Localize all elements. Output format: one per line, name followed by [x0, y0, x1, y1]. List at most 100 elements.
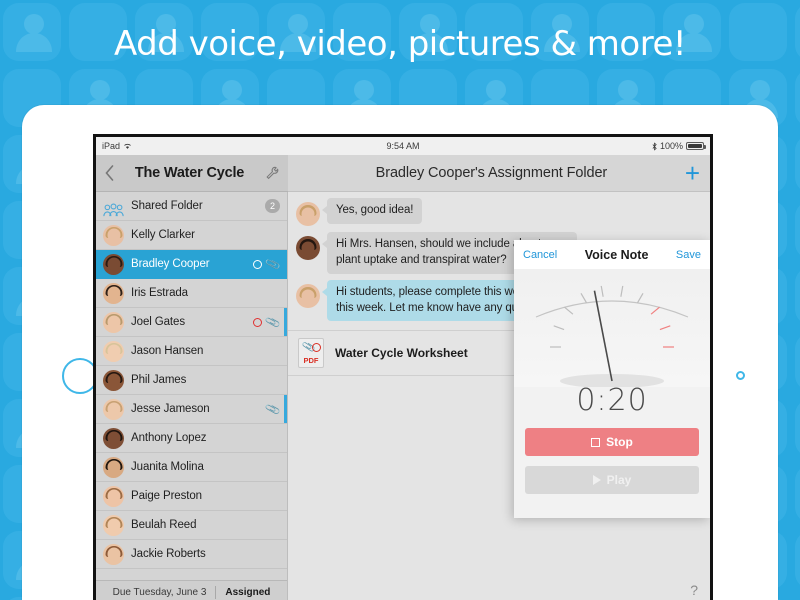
message-bubble: Yes, good idea!	[321, 198, 423, 224]
sidebar-item-student[interactable]: Bradley Cooper 📎	[96, 250, 287, 279]
student-name: Joel Gates	[131, 316, 185, 328]
conversation-panel: Yes, good idea! Hi Mrs. Hansen, should we…	[288, 192, 710, 600]
footer-divider	[215, 586, 217, 599]
student-name: Iris Estrada	[131, 287, 188, 299]
sidebar-item-student[interactable]: Beulah Reed	[96, 511, 287, 540]
paperclip-icon: 📎	[264, 314, 282, 331]
sidebar-item-student[interactable]: Paige Preston	[96, 482, 287, 511]
student-name: Jason Hansen	[131, 345, 204, 357]
avatar	[296, 236, 320, 260]
voice-note-modal: Cancel Voice Note Save 0:20 Stop Play	[514, 240, 710, 518]
avatar	[103, 427, 124, 449]
record-ring-icon	[253, 259, 263, 269]
meter-tick	[650, 306, 660, 315]
student-name: Juanita Molina	[131, 461, 204, 473]
assignment-title: The Water Cycle	[134, 165, 245, 181]
navigation-bars: The Water Cycle Bradley Cooper's Assignm…	[96, 155, 710, 192]
battery-percent-label: 100%	[659, 141, 683, 151]
play-triangle-icon	[592, 475, 601, 485]
sidebar-item-student[interactable]: Phil James	[96, 366, 287, 395]
student-name: Phil James	[131, 374, 187, 386]
wrench-icon[interactable]	[265, 166, 279, 180]
student-sidebar: Shared Folder 2 Kelly Clarker Bradley Coo…	[96, 192, 288, 600]
sidebar-item-student[interactable]: Kelly Clarker	[96, 221, 287, 250]
paperclip-icon: 📎	[264, 401, 282, 418]
sidebar-item-shared-folder[interactable]: Shared Folder 2	[96, 192, 287, 221]
avatar	[103, 543, 124, 565]
camera-icon	[736, 371, 745, 380]
modal-title: Voice Note	[584, 247, 649, 262]
avatar	[103, 253, 124, 275]
cancel-button[interactable]: Cancel	[523, 249, 557, 261]
vu-meter	[514, 269, 710, 388]
question-mark-icon[interactable]: ?	[690, 582, 698, 598]
sidebar-item-student[interactable]: Jason Hansen	[96, 337, 287, 366]
save-button[interactable]: Save	[676, 249, 701, 261]
assignment-footer: Due Tuesday, June 3 Assigned	[96, 580, 287, 600]
avatar	[103, 340, 124, 362]
message-row: Yes, good idea!	[288, 192, 710, 226]
recording-timer: 0:20	[576, 383, 648, 418]
folder-title: Bradley Cooper's Assignment Folder	[375, 165, 608, 181]
status-badge: 2	[265, 199, 280, 213]
avatar	[296, 283, 320, 308]
avatar	[103, 282, 124, 304]
sidebar-item-student[interactable]: Jackie Roberts	[96, 540, 287, 569]
chevron-left-icon[interactable]	[105, 165, 114, 181]
stop-square-icon	[591, 437, 601, 447]
student-name: Jackie Roberts	[131, 548, 206, 560]
vu-meter-graphic	[535, 285, 689, 388]
stop-button[interactable]: Stop	[525, 428, 699, 456]
avatar	[296, 202, 320, 226]
student-name: Jesse Jameson	[131, 403, 210, 415]
sidebar-item-student[interactable]: Jesse Jameson 📎	[96, 395, 287, 424]
avatar	[103, 456, 124, 478]
pdf-icon-label: PDF	[303, 356, 319, 366]
avatar	[103, 398, 124, 420]
scroll-indicator	[284, 308, 287, 336]
meter-tick	[564, 306, 574, 315]
ipad-device: iPad 9:54 AM 100% The Water Cycle Bradle…	[22, 105, 778, 600]
sidebar-item-student[interactable]: Iris Estrada	[96, 279, 287, 308]
meter-tick	[580, 293, 588, 304]
student-name: Paige Preston	[131, 490, 202, 502]
sidebar-item-student[interactable]: Anthony Lopez	[96, 424, 287, 453]
device-screen: iPad 9:54 AM 100% The Water Cycle Bradle…	[93, 134, 713, 600]
status-bar: iPad 9:54 AM 100%	[96, 137, 710, 155]
play-button-label: Play	[606, 473, 632, 487]
attachment-name: Water Cycle Worksheet	[335, 346, 468, 361]
record-ring-icon	[253, 317, 263, 327]
record-ring-icon	[312, 343, 321, 353]
student-list[interactable]: Shared Folder 2 Kelly Clarker Bradley Coo…	[96, 192, 287, 580]
due-date-label: Due Tuesday, June 3	[112, 587, 207, 598]
avatar	[103, 369, 124, 391]
avatar	[103, 485, 124, 507]
paperclip-icon: 📎	[264, 256, 282, 273]
student-name: Beulah Reed	[131, 519, 197, 531]
add-attachment-button[interactable]: +	[685, 160, 700, 186]
group-people-icon	[103, 196, 124, 217]
avatar	[103, 311, 124, 333]
clock-label: 9:54 AM	[386, 141, 420, 151]
folder-nav-bar: Bradley Cooper's Assignment Folder +	[288, 155, 710, 192]
scroll-indicator	[284, 395, 287, 423]
assignment-nav-bar: The Water Cycle	[96, 155, 288, 192]
sidebar-item-student[interactable]: Joel Gates 📎	[96, 308, 287, 337]
meter-tick	[659, 325, 671, 331]
modal-header: Cancel Voice Note Save	[514, 240, 710, 269]
meter-tick	[636, 293, 644, 304]
avatar	[103, 224, 124, 246]
bluetooth-icon	[652, 141, 657, 151]
assignment-status-label[interactable]: Assigned	[225, 587, 270, 598]
row-icons: 📎	[264, 401, 282, 418]
pdf-file-icon: 📎 PDF	[298, 338, 324, 369]
student-name: Bradley Cooper	[131, 258, 210, 270]
promo-background: Add voice, video, pictures & more! iPad …	[0, 0, 800, 600]
student-name: Kelly Clarker	[131, 229, 195, 241]
meter-tick	[620, 285, 624, 297]
play-button[interactable]: Play	[525, 466, 699, 494]
sidebar-item-student[interactable]: Juanita Molina	[96, 453, 287, 482]
stop-button-label: Stop	[606, 435, 633, 449]
meter-tick	[600, 285, 604, 297]
battery-icon	[686, 142, 706, 150]
